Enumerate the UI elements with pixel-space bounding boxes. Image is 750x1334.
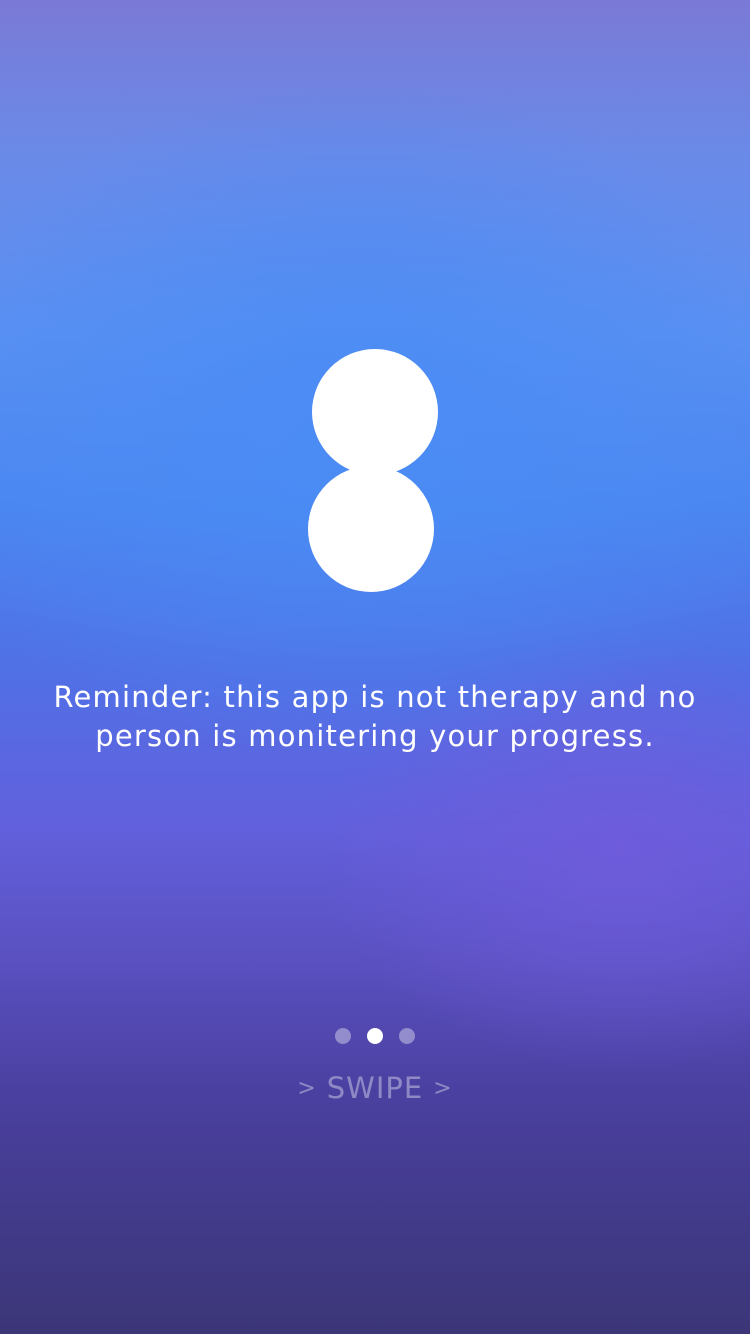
reminder-line-2: person is monitering your progress.	[95, 719, 655, 753]
reminder-message: Reminder: this app is not therapy and no…	[40, 678, 710, 756]
chevron-right-icon: >	[433, 1076, 453, 1101]
logo-bottom-circle	[308, 466, 434, 592]
page-dot-1[interactable]	[335, 1028, 351, 1044]
page-dot-2-active[interactable]	[367, 1028, 383, 1044]
swipe-label: SWIPE	[326, 1071, 424, 1105]
logo-top-circle	[312, 349, 438, 475]
two-circles-logo-icon	[308, 349, 438, 592]
page-indicator	[0, 1028, 750, 1044]
chevron-right-icon: >	[297, 1076, 317, 1101]
onboarding-screen[interactable]: Reminder: this app is not therapy and no…	[0, 0, 750, 1334]
swipe-hint[interactable]: > SWIPE >	[0, 1068, 750, 1109]
reminder-line-1: Reminder: this app is not therapy and no	[53, 680, 697, 714]
page-dot-3[interactable]	[399, 1028, 415, 1044]
